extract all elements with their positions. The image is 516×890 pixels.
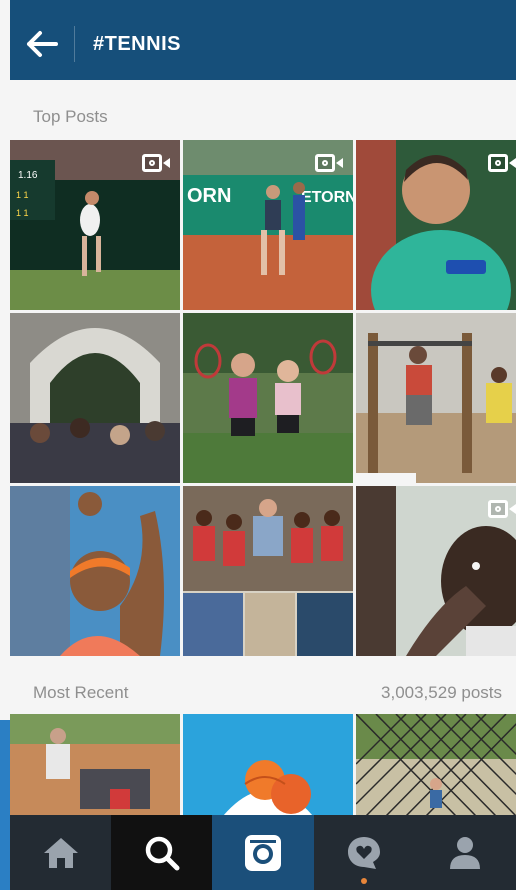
grid-item-recent-clay-court[interactable] [10, 714, 180, 816]
svg-text:1.16: 1.16 [18, 170, 38, 181]
grid-item-grass-court-player[interactable]: 1.16 1 1 1 1 [10, 140, 180, 310]
grid-item-outdoor-pullup-bar[interactable] [356, 313, 516, 483]
video-icon [488, 152, 516, 174]
camera-icon [245, 834, 281, 871]
top-posts-label: Top Posts [33, 107, 108, 126]
heart-bubble-icon [348, 836, 381, 869]
post-count: 3,003,529 posts [381, 683, 502, 702]
status-bar [10, 0, 516, 8]
header-divider [74, 26, 75, 62]
svg-text:ORN: ORN [187, 185, 231, 207]
notification-dot [361, 878, 368, 884]
grid-item-clay-court-player[interactable]: ORN ETORN [183, 140, 353, 310]
back-button[interactable] [10, 8, 74, 80]
video-icon [142, 152, 170, 174]
grid-item-selfie-closeup[interactable] [356, 486, 516, 656]
home-icon [43, 837, 78, 868]
video-icon [315, 152, 343, 174]
tab-activity[interactable] [314, 815, 415, 890]
bottom-navigation [10, 815, 516, 890]
svg-text:ETORN: ETORN [301, 189, 353, 206]
tab-explore[interactable] [111, 815, 213, 890]
page-title: #TENNIS [93, 32, 181, 55]
background-decoration [0, 720, 10, 890]
grid-item-two-players-rackets[interactable] [183, 313, 353, 483]
grid-item-player-arm-raised[interactable] [10, 486, 180, 656]
svg-text:1 1: 1 1 [16, 208, 29, 218]
tab-camera[interactable] [212, 815, 314, 890]
tab-home[interactable] [10, 815, 111, 890]
grid-item-crowd-under-arch[interactable] [10, 313, 180, 483]
top-app-bar: #TENNIS [10, 8, 516, 80]
grid-item-kids-group-collage[interactable] [183, 486, 353, 656]
search-icon [145, 836, 180, 870]
arrow-left-icon [27, 31, 58, 57]
grid-item-recent-fence-court[interactable] [356, 714, 516, 816]
video-icon [488, 498, 516, 520]
most-recent-label: Most Recent [33, 683, 129, 702]
tab-profile[interactable] [415, 815, 516, 890]
grid-item-player-closeup-green[interactable] [356, 140, 516, 310]
svg-text:1 1: 1 1 [16, 190, 29, 200]
most-recent-grid [10, 714, 516, 816]
top-posts-grid: 1.16 1 1 1 1 ORN ETORN [10, 140, 516, 657]
person-icon [450, 836, 481, 869]
grid-item-recent-racket-illustration[interactable] [183, 714, 353, 816]
